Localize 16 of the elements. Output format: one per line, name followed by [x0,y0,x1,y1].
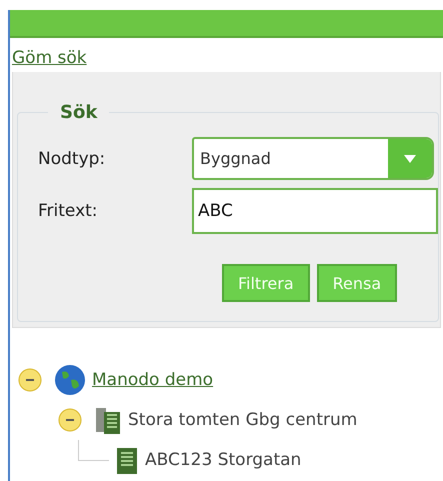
caret-icon [403,154,417,164]
field-label: Fritext: [38,201,99,221]
node-type-select[interactable]: Byggnad [192,137,434,180]
globe-icon [54,364,86,396]
field-label: Nodtyp: [38,148,106,168]
group-title: Sök [59,102,98,123]
hide-search-link[interactable]: Göm sök [12,48,87,68]
building-icon [115,445,139,475]
tree-item[interactable]: ABC123 Storgatan [145,450,302,470]
collapse-icon[interactable] [58,408,82,432]
free-text-field[interactable]: ABC [192,188,438,234]
buildings-icon [94,405,122,435]
tree-connector-line [78,440,109,460]
tree-item[interactable]: Manodo demo [92,370,214,390]
collapse-icon[interactable] [18,368,42,392]
tree-item[interactable]: Stora tomten Gbg centrum [128,410,358,430]
